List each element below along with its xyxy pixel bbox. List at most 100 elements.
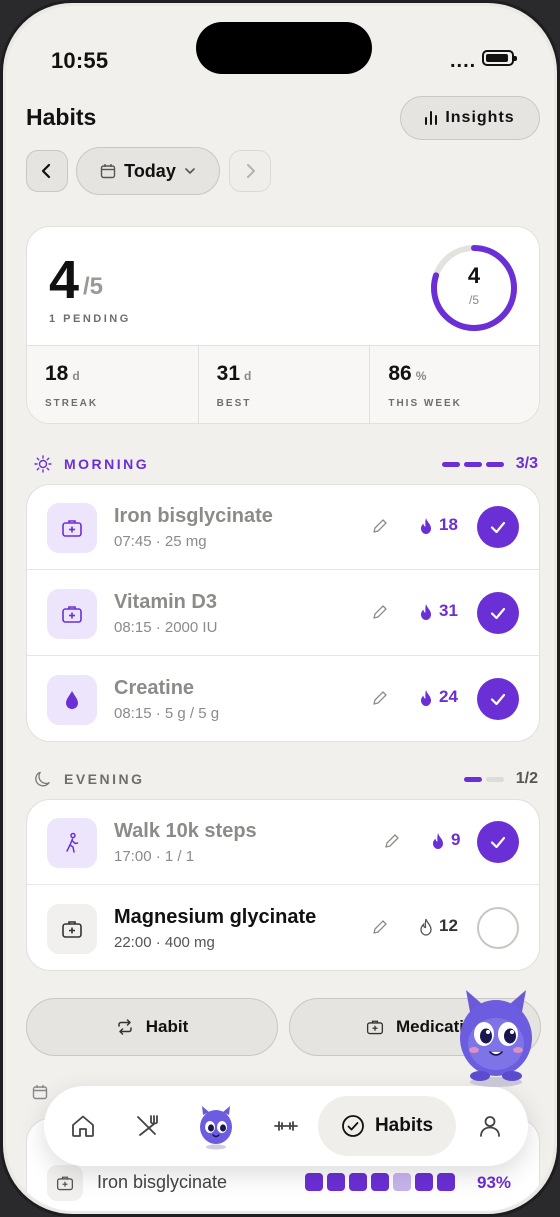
stat-this-week: 86% THIS WEEK	[370, 346, 539, 423]
flame-outline-icon	[420, 918, 432, 936]
evening-section-header: EVENING 1/2	[34, 769, 538, 789]
section-progress	[463, 776, 504, 782]
stat-label: STREAK	[45, 398, 99, 409]
tab-home[interactable]	[62, 1086, 104, 1166]
evening-list: Walk 10k steps 17:00 · 1 / 1 9 Magnesium…	[26, 799, 540, 971]
edit-icon[interactable]	[371, 517, 389, 535]
home-icon	[72, 1115, 94, 1137]
chevron-left-icon	[41, 163, 51, 179]
tab-habits-label: Habits	[374, 1115, 434, 1136]
battery-icon	[482, 50, 517, 66]
habit-detail: 17:00 · 1 / 1	[114, 848, 195, 865]
habit-row[interactable]: Iron bisglycinate 07:45 · 25 mg 18	[27, 485, 539, 570]
medkit-icon	[366, 1020, 384, 1035]
adherence-day	[349, 1173, 367, 1191]
stat-value: 86	[388, 362, 412, 385]
section-label: MORNING	[64, 456, 150, 472]
status-time: 10:55	[51, 48, 109, 73]
edit-icon[interactable]	[371, 689, 389, 707]
stat-label: BEST	[216, 398, 252, 409]
edit-icon[interactable]	[371, 603, 389, 621]
complete-toggle[interactable]	[477, 907, 519, 949]
complete-toggle[interactable]	[477, 592, 519, 634]
next-day-button[interactable]	[229, 150, 271, 192]
habit-row[interactable]: Creatine 08:15 · 5 g / 5 g 24	[27, 657, 539, 741]
stat-value: 18	[45, 362, 69, 385]
repeat-icon	[118, 1019, 132, 1035]
stat-value: 31	[216, 362, 241, 385]
date-selector[interactable]: Today	[76, 147, 220, 195]
adherence-day	[415, 1173, 433, 1191]
sun-icon	[34, 455, 52, 473]
medkit-icon	[62, 921, 82, 938]
add-habit-button[interactable]: Habit	[26, 998, 278, 1056]
habit-row[interactable]: Walk 10k steps 17:00 · 1 / 1 9	[27, 800, 539, 885]
complete-toggle[interactable]	[477, 678, 519, 720]
section-count: 3/3	[515, 455, 538, 472]
date-label: Today	[124, 160, 176, 181]
streak-count: 9	[451, 830, 461, 849]
habit-row[interactable]: Vitamin D3 08:15 · 2000 IU 31	[27, 571, 539, 656]
adherence-day	[393, 1173, 411, 1191]
complete-toggle[interactable]	[477, 506, 519, 548]
signal-icon: ....	[450, 50, 477, 72]
flame-icon	[421, 604, 431, 620]
calendar-icon	[100, 164, 116, 179]
morning-section-header: MORNING 3/3	[34, 454, 538, 474]
check-icon	[490, 693, 506, 706]
insights-label: Insights	[445, 109, 515, 126]
app-screen: 10:55 .... Habits Insights Today 4 /5 1 …	[6, 6, 554, 1211]
phone-frame: 10:55 .... Habits Insights Today 4 /5 1 …	[0, 0, 560, 1217]
complete-toggle[interactable]	[477, 821, 519, 863]
habit-name: Iron bisglycinate	[114, 505, 273, 527]
moon-icon	[35, 771, 50, 787]
stat-unit: d	[72, 369, 80, 383]
summary-card: 4 /5 1 PENDING 4 /5 18 d STREAK 31 d BEST …	[26, 226, 540, 424]
habit-tile	[47, 904, 97, 954]
habit-row[interactable]: Magnesium glycinate 22:00 · 400 mg 12	[27, 886, 539, 970]
previous-day-button[interactable]	[26, 150, 68, 192]
stat-streak: 18 d STREAK	[27, 346, 199, 423]
flame-icon	[421, 690, 431, 706]
streak-count: 24	[439, 687, 458, 706]
insights-button[interactable]: Insights	[400, 96, 540, 140]
stat-unit: %	[415, 369, 427, 383]
drop-icon	[66, 691, 78, 709]
tab-food[interactable]	[126, 1086, 168, 1166]
chevron-right-icon	[247, 164, 255, 178]
tab-buddy[interactable]	[192, 1086, 240, 1166]
stat-unit: d	[244, 369, 252, 383]
pending-label: 1 PENDING	[49, 313, 131, 325]
mascot-assistant[interactable]	[450, 984, 542, 1088]
person-icon	[480, 1116, 500, 1137]
edit-icon[interactable]	[383, 832, 401, 850]
flame-icon	[433, 833, 443, 849]
habit-tile	[47, 675, 97, 725]
check-icon	[490, 607, 506, 620]
utensils-icon	[137, 1115, 158, 1136]
tab-habits[interactable]: Habits	[318, 1096, 456, 1156]
stat-best: 31 d BEST	[199, 346, 371, 423]
check-icon	[490, 836, 506, 849]
habit-name: Vitamin D3	[114, 591, 217, 613]
streak-count: 31	[439, 601, 458, 620]
habit-tile	[47, 503, 97, 553]
medkit-icon	[62, 520, 82, 537]
ring-done: 4	[467, 263, 481, 288]
habit-detail: 22:00 · 400 mg	[114, 934, 215, 951]
week-adherence	[305, 1173, 455, 1191]
ring-total: /5	[468, 293, 479, 307]
streak-count: 18	[439, 515, 458, 534]
morning-list: Iron bisglycinate 07:45 · 25 mg 18 Vitam…	[26, 484, 540, 742]
habit-detail: 07:45 · 25 mg	[114, 533, 207, 550]
mascot-icon	[200, 1106, 232, 1150]
dumbbell-icon	[274, 1121, 298, 1131]
adherence-percent: 93%	[477, 1173, 512, 1192]
habit-name: Magnesium glycinate	[114, 906, 317, 928]
check-circle-icon	[342, 1115, 364, 1137]
tab-workouts[interactable]	[266, 1086, 306, 1166]
bar-chart-icon	[425, 111, 438, 125]
edit-icon[interactable]	[371, 918, 389, 936]
tab-profile[interactable]	[470, 1086, 510, 1166]
medkit-icon	[56, 1176, 74, 1191]
